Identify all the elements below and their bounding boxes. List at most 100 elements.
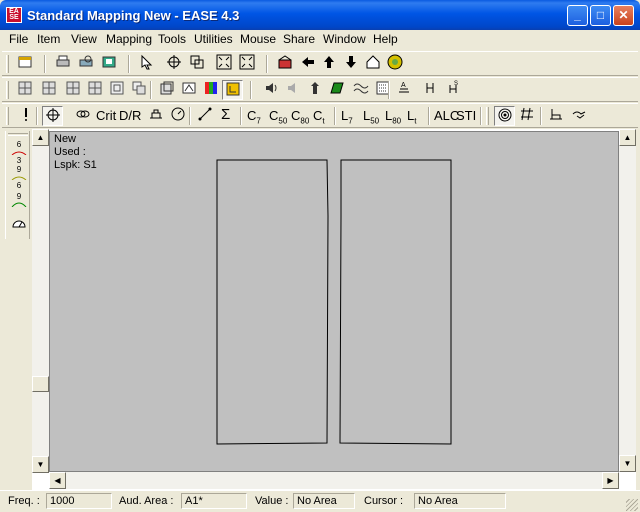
reverb-6-3-button[interactable]: 6 3 bbox=[8, 141, 30, 165]
menu-window[interactable]: Window bbox=[323, 32, 366, 46]
l80-button[interactable]: L80 bbox=[385, 108, 401, 126]
seat-icon[interactable] bbox=[420, 80, 441, 100]
cascade-icon[interactable] bbox=[84, 80, 105, 100]
target-icon[interactable] bbox=[42, 106, 63, 126]
c80-label: C bbox=[291, 108, 301, 123]
measure-line-icon[interactable] bbox=[194, 106, 215, 126]
toolbar-separator bbox=[540, 107, 542, 125]
crit-button[interactable]: Crit bbox=[96, 108, 116, 123]
window-title: Standard Mapping New - EASE 4.3 bbox=[27, 8, 240, 23]
reverb-top-number: 9 bbox=[16, 192, 22, 201]
room-drawing[interactable] bbox=[50, 132, 620, 473]
room-icon[interactable] bbox=[274, 54, 295, 74]
pointer-icon[interactable] bbox=[136, 54, 157, 74]
toolbar-grip[interactable] bbox=[486, 107, 489, 125]
ct-button[interactable]: Ct bbox=[313, 108, 325, 126]
scroll-up-arrow[interactable]: ▲ bbox=[619, 129, 636, 146]
arrow-up-icon[interactable] bbox=[318, 54, 339, 74]
listener-icon[interactable] bbox=[304, 80, 325, 100]
vertical-scrollbar[interactable]: ▲ ▼ bbox=[32, 129, 49, 473]
reverb-9-6-button[interactable]: 9 6 bbox=[8, 166, 30, 190]
link-icon[interactable] bbox=[72, 106, 93, 126]
arrow-down-icon[interactable] bbox=[340, 54, 361, 74]
wave-icon[interactable] bbox=[350, 80, 371, 100]
menu-tools[interactable]: Tools bbox=[158, 32, 186, 46]
scroll-left-arrow[interactable]: ◀ bbox=[49, 472, 66, 489]
clock-icon[interactable] bbox=[167, 106, 188, 126]
scroll-down-arrow[interactable]: ▼ bbox=[619, 455, 636, 472]
menu-mouse[interactable]: Mouse bbox=[240, 32, 276, 46]
resize-grip[interactable] bbox=[626, 499, 638, 511]
render-icon[interactable] bbox=[178, 80, 199, 100]
frame-icon[interactable] bbox=[106, 80, 127, 100]
mapping-icon[interactable] bbox=[222, 80, 243, 100]
zoom-extents-icon[interactable] bbox=[236, 54, 257, 74]
menu-utilities[interactable]: Utilities bbox=[194, 32, 233, 46]
speaker-icon[interactable] bbox=[260, 80, 281, 100]
minimize-button[interactable]: _ bbox=[567, 5, 588, 26]
reverb-bottom-number: 6 bbox=[16, 181, 22, 190]
maximize-button[interactable]: □ bbox=[590, 5, 611, 26]
reverb-9-button[interactable]: 9 bbox=[8, 193, 30, 217]
horizontal-scrollbar[interactable]: ◀ ▶ bbox=[49, 472, 619, 489]
toolbar-grip[interactable] bbox=[6, 81, 9, 99]
menu-file[interactable]: File bbox=[9, 32, 28, 46]
menu-help[interactable]: Help bbox=[373, 32, 398, 46]
close-button[interactable]: ✕ bbox=[613, 5, 634, 26]
scroll-down-arrow[interactable]: ▼ bbox=[32, 456, 49, 473]
exclamation-icon[interactable] bbox=[15, 106, 36, 126]
app-icon[interactable]: EA SE bbox=[6, 7, 22, 23]
toolbar-grip[interactable] bbox=[6, 107, 9, 125]
seat-s-icon[interactable]: S bbox=[443, 80, 464, 100]
c7-button[interactable]: C7 bbox=[247, 108, 261, 126]
zoom-window-icon[interactable] bbox=[186, 54, 207, 74]
audience-area-icon[interactable]: A bbox=[393, 80, 414, 100]
hand-icon[interactable] bbox=[568, 106, 589, 126]
contour-icon[interactable] bbox=[494, 106, 515, 126]
chair-icon[interactable] bbox=[545, 106, 566, 126]
scroll-right-arrow[interactable]: ▶ bbox=[602, 472, 619, 489]
sti-button[interactable]: STI bbox=[456, 108, 476, 123]
home-icon[interactable] bbox=[362, 54, 383, 74]
toolbar-separator bbox=[334, 107, 336, 125]
sum-button[interactable]: Σ bbox=[221, 106, 230, 123]
zoom-out-icon[interactable] bbox=[213, 54, 234, 74]
menu-item[interactable]: Item bbox=[37, 32, 60, 46]
gauge-icon[interactable] bbox=[8, 215, 30, 239]
dr-button[interactable]: D/R bbox=[119, 108, 141, 123]
window-list-icon[interactable] bbox=[14, 54, 35, 74]
toolbar-separator bbox=[150, 81, 152, 99]
print-icon[interactable] bbox=[52, 54, 73, 74]
menu-mapping[interactable]: Mapping bbox=[106, 32, 152, 46]
c80-button[interactable]: C80 bbox=[291, 108, 309, 126]
crosshair-icon[interactable] bbox=[163, 54, 184, 74]
speaker-disabled-icon[interactable] bbox=[282, 80, 303, 100]
lt-button[interactable]: Lt bbox=[407, 108, 416, 126]
l50-button[interactable]: L50 bbox=[363, 108, 379, 126]
tile-grid-icon[interactable] bbox=[14, 80, 35, 100]
vertical-scroll-thumb[interactable] bbox=[32, 376, 49, 392]
ground-icon[interactable] bbox=[145, 106, 166, 126]
right-audience-area bbox=[339, 159, 452, 445]
toolbar-grip[interactable] bbox=[6, 55, 9, 73]
toolbar-separator bbox=[240, 107, 242, 125]
grid-icon[interactable] bbox=[516, 106, 537, 126]
menu-share[interactable]: Share bbox=[283, 32, 315, 46]
settings-icon[interactable] bbox=[384, 54, 405, 74]
scroll-up-arrow[interactable]: ▲ bbox=[32, 129, 49, 146]
overlap-icon[interactable] bbox=[128, 80, 149, 100]
l7-button[interactable]: L7 bbox=[341, 108, 353, 126]
print-preview-icon[interactable] bbox=[75, 54, 96, 74]
arrow-left-icon[interactable] bbox=[297, 54, 318, 74]
c50-button[interactable]: C50 bbox=[269, 108, 287, 126]
toolbar-grip[interactable] bbox=[8, 133, 28, 136]
tile-horizontal-icon[interactable] bbox=[38, 80, 59, 100]
view-3d-icon[interactable] bbox=[156, 80, 177, 100]
tile-vertical-icon[interactable] bbox=[62, 80, 83, 100]
color-map-icon[interactable] bbox=[200, 80, 221, 100]
mapping-canvas[interactable]: New Used : Lspk: S1 bbox=[49, 131, 619, 472]
right-scrollbar[interactable]: ▲ ▼ bbox=[619, 129, 636, 472]
export-icon[interactable] bbox=[98, 54, 119, 74]
area-green-icon[interactable] bbox=[326, 80, 347, 100]
menu-view[interactable]: View bbox=[71, 32, 97, 46]
